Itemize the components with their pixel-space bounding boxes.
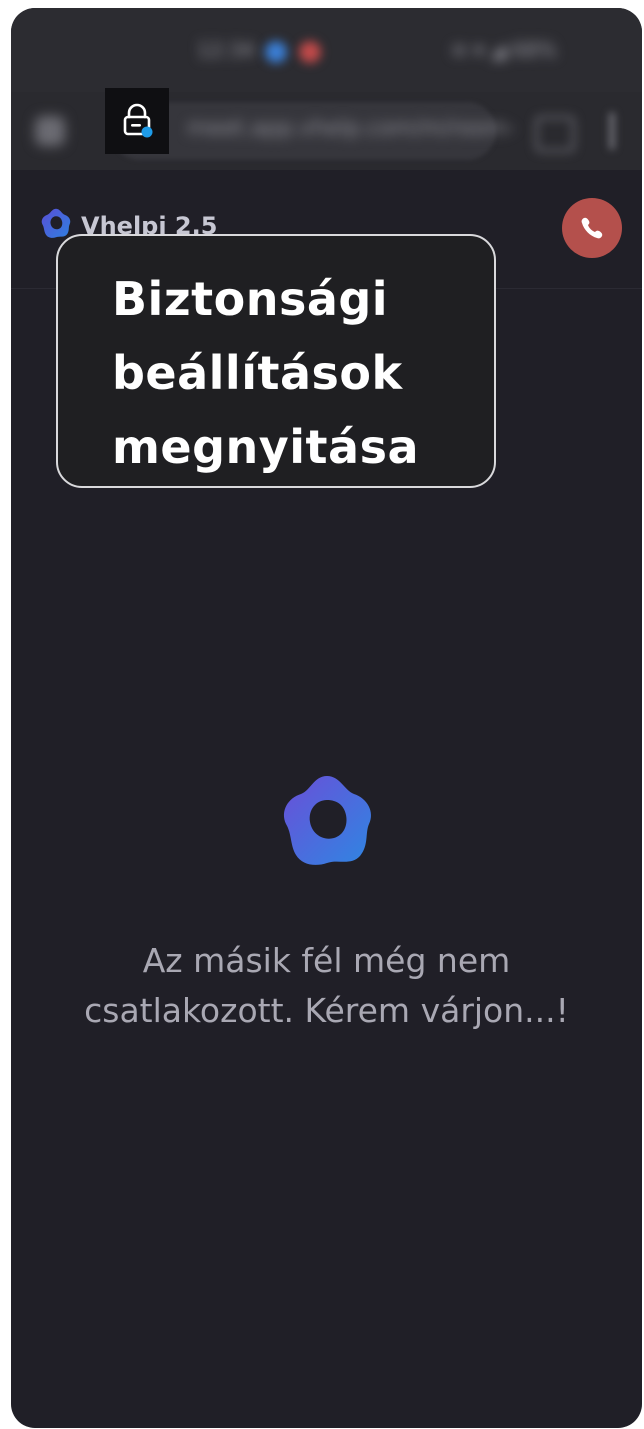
menu-icon[interactable] (609, 112, 615, 150)
lock-icon (123, 103, 153, 138)
app-logo-icon (283, 776, 372, 865)
tabs-icon[interactable] (535, 116, 575, 152)
notification-icon (265, 41, 287, 63)
status-indicators: ≋ ▾ ◢ 68% (451, 38, 557, 62)
app-logo-icon (41, 208, 71, 238)
status-time: 12:34 (197, 38, 255, 62)
phone-hangup-icon (581, 217, 603, 239)
hangup-button[interactable] (562, 198, 622, 258)
phone-screen: 12:34 ≋ ▾ ◢ 68% meet.app.vhelp.com/m/roo… (11, 8, 642, 1428)
tooltip-text: Biztonsági beállítások megnyitása (112, 272, 420, 474)
status-bar: 12:34 ≋ ▾ ◢ 68% (11, 8, 642, 92)
security-settings-tooltip: Biztonsági beállítások megnyitása (56, 234, 496, 488)
site-security-button[interactable] (105, 88, 169, 154)
notification-icon (299, 41, 321, 63)
url-text: meet.app.vhelp.com/m/room- (187, 116, 516, 141)
waiting-message: Az másik fél még nem csatlakozott. Kérem… (84, 941, 569, 1030)
home-icon[interactable] (35, 116, 65, 146)
